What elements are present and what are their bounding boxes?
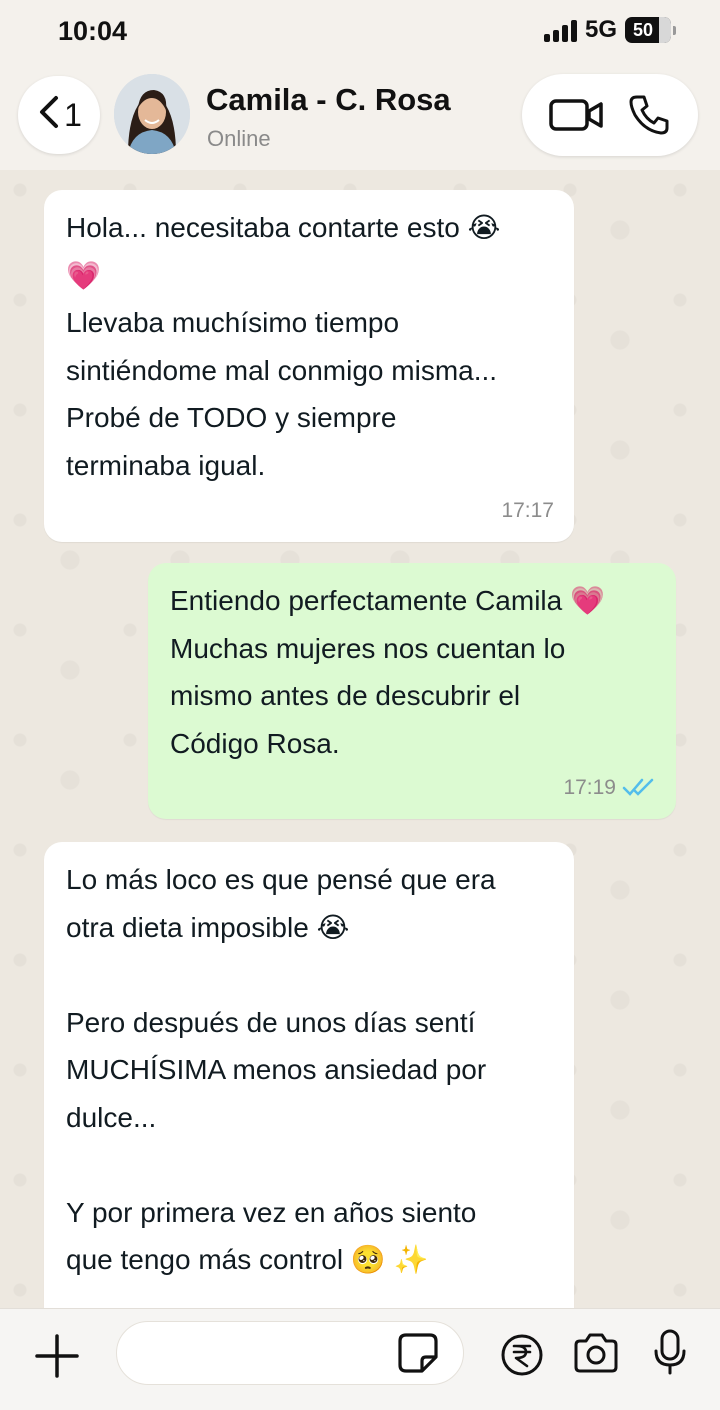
battery-icon: 50: [625, 17, 676, 43]
message-text: Entiendo perfectamente Camila 💗 Muchas m…: [170, 585, 605, 759]
payment-button[interactable]: [500, 1333, 544, 1382]
message-bubble-incoming[interactable]: Hola... necesitaba contarte esto 😭 💗 Lle…: [44, 190, 574, 542]
call-actions: [522, 74, 698, 156]
plus-icon: [35, 1334, 79, 1378]
read-ticks-icon: [622, 779, 654, 797]
mic-button[interactable]: [650, 1327, 690, 1384]
battery-level: 50: [632, 19, 654, 40]
sticker-button[interactable]: [396, 1331, 440, 1380]
status-indicators: 5G 50: [543, 16, 676, 44]
status-time: 10:04: [58, 16, 128, 46]
unread-count: 1: [64, 96, 82, 133]
chat-header: 1 Camila - C. Rosa Online: [0, 64, 720, 170]
message-text: Hola... necesitaba contarte esto 😭 💗 Lle…: [66, 212, 501, 481]
phone-icon: [629, 95, 669, 135]
attach-button[interactable]: [30, 1329, 84, 1383]
video-call-icon: [549, 99, 603, 131]
avatar[interactable]: [114, 74, 190, 154]
sticker-icon: [398, 1333, 438, 1373]
mic-icon: [654, 1329, 686, 1375]
back-button[interactable]: 1: [18, 76, 100, 154]
video-call-button[interactable]: [549, 97, 605, 133]
camera-button[interactable]: [572, 1331, 620, 1380]
message-bubble-incoming[interactable]: Lo más loco es que pensé que era otra di…: [44, 842, 574, 1312]
voice-call-button[interactable]: [627, 93, 671, 137]
rupee-icon: [501, 1334, 543, 1376]
message-meta: 17:19: [563, 764, 656, 812]
composer-bar: [0, 1308, 720, 1410]
message-text: Lo más loco es que pensé que era otra di…: [66, 864, 496, 1275]
message-time: 17:17: [501, 498, 554, 522]
network-type: 5G: [584, 16, 617, 43]
signal-icon: [543, 18, 577, 42]
camera-icon: [574, 1333, 618, 1373]
message-bubble-outgoing[interactable]: Entiendo perfectamente Camila 💗 Muchas m…: [148, 563, 676, 819]
contact-name[interactable]: Camila - C. Rosa: [206, 82, 451, 118]
status-bar: 10:04 5G 50: [0, 0, 720, 64]
message-time: 17:19: [563, 775, 616, 799]
contact-status: Online: [207, 126, 271, 151]
back-chevron-icon: [36, 92, 62, 139]
message-meta: 17:17: [501, 487, 554, 535]
